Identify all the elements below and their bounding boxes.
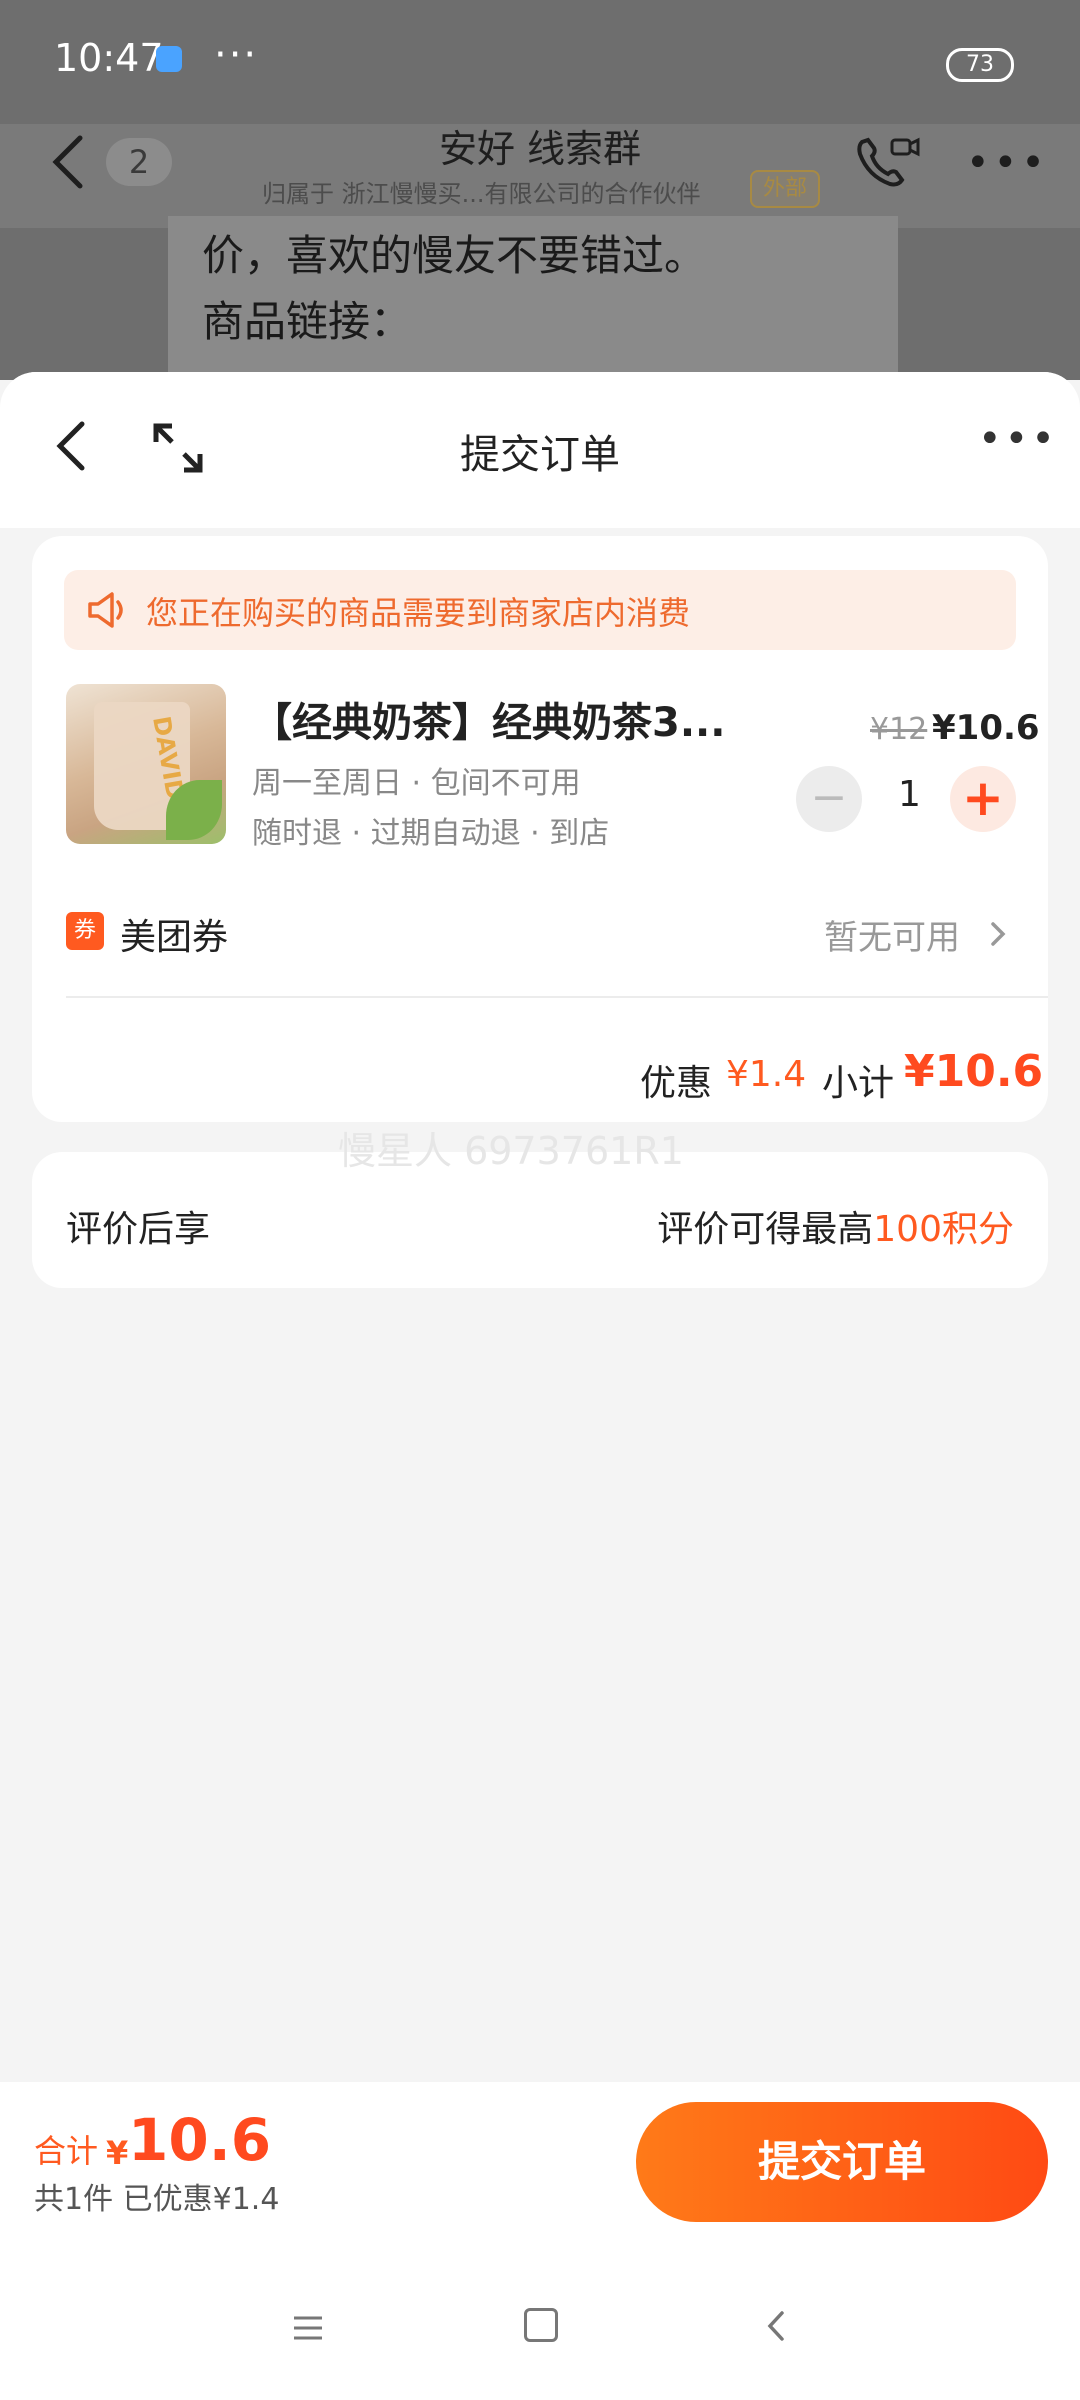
discount-label: 优惠 (640, 1063, 713, 1104)
notice-text: 您正在购买的商品需要到商家店内消费 (146, 594, 691, 632)
decrease-quantity-button[interactable]: − (796, 766, 862, 832)
status-more-icon: ··· (214, 32, 259, 78)
message-text: 商品链接： (202, 297, 413, 346)
submit-order-button[interactable]: 提交订单 (636, 2102, 1048, 2222)
review-text: 评价可得最高 (657, 1209, 874, 1250)
coupon-icon: 券 (66, 912, 104, 950)
message-text: 价，喜欢的慢友不要错过。 (202, 231, 707, 280)
product-title[interactable]: 【经典奶茶】经典奶茶3... (252, 690, 725, 748)
unit-price: ¥10.6 (932, 708, 1040, 748)
total-label: 合计 (34, 2132, 99, 2170)
checkout-bar: 合计 ¥ 10.6 共1件 已优惠¥1.4 提交订单 (0, 2082, 1080, 2400)
chevron-right-icon[interactable] (988, 920, 1008, 948)
call-icon[interactable] (852, 132, 922, 192)
order-sheet: 提交订单 ••• 您正在购买的商品需要到商家店内消费 DAVID 【经典奶茶】经… (0, 372, 1080, 2082)
total-currency: ¥ (106, 2134, 129, 2172)
total-value: 10.6 (128, 2106, 272, 2174)
discount-value: ¥1.4 (726, 1054, 807, 1095)
nav-back-icon[interactable] (766, 2310, 786, 2342)
product-spec: 周一至周日 · 包间不可用 (252, 766, 581, 801)
notification-app-icon (156, 46, 182, 72)
watermark: 慢星人 6973761R1 (338, 1129, 684, 1173)
product-image[interactable]: DAVID (66, 684, 226, 844)
subtotal-value: ¥10.6 (904, 1046, 1044, 1097)
coupon-value[interactable]: 暂无可用 (824, 910, 960, 959)
chat-subtitle: 归属于 浙江慢慢买...有限公司的合作伙伴 (262, 180, 701, 208)
increase-quantity-button[interactable]: + (950, 766, 1016, 832)
review-label: 评价后享 (66, 1209, 211, 1250)
nav-menu-icon[interactable] (292, 2314, 324, 2342)
product-spec: 随时退 · 过期自动退 · 到店 (252, 816, 610, 851)
battery-icon: 73 (946, 48, 1014, 82)
quantity-value: 1 (898, 774, 921, 815)
more-icon[interactable]: ••• (978, 416, 1058, 462)
chat-more-icon[interactable]: ••• (966, 140, 1049, 186)
order-card: 您正在购买的商品需要到商家店内消费 DAVID 【经典奶茶】经典奶茶3... 周… (32, 536, 1048, 1122)
divider (66, 996, 1048, 998)
subtotal-label: 小计 (822, 1063, 895, 1104)
coupon-label[interactable]: 美团券 (120, 908, 228, 960)
status-time: 10:47 (54, 36, 164, 80)
nav-home-icon[interactable] (524, 2308, 558, 2342)
sheet-header: 提交订单 ••• (0, 372, 1080, 528)
page-title: 提交订单 (460, 432, 620, 478)
order-summary: 共1件 已优惠¥1.4 (34, 2182, 280, 2217)
notice-banner: 您正在购买的商品需要到商家店内消费 (64, 570, 1016, 650)
external-tag: 外部 (750, 170, 820, 208)
review-reward: 评价可得最高100积分 (657, 1200, 1014, 1252)
review-points: 100积分 (873, 1209, 1014, 1250)
speaker-icon (88, 592, 123, 628)
original-price: ¥12 (870, 712, 928, 747)
